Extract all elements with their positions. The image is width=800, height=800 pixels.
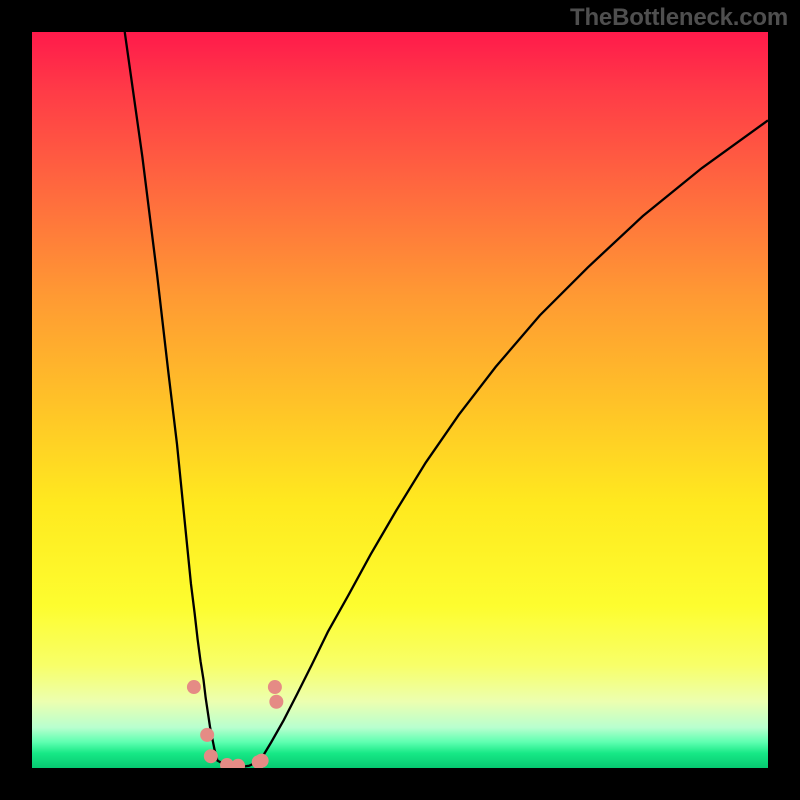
curve-marker — [200, 728, 214, 742]
plot-area — [32, 32, 768, 768]
curve-marker — [231, 759, 245, 768]
curve-marker — [204, 749, 218, 763]
branding-watermark: TheBottleneck.com — [570, 4, 788, 32]
curve-marker — [269, 695, 283, 709]
curve-marker — [268, 680, 282, 694]
bottleneck-curve — [125, 32, 768, 767]
curve-marker — [187, 680, 201, 694]
curve-layer — [32, 32, 768, 768]
chart-frame: TheBottleneck.com — [0, 0, 800, 800]
curve-marker — [255, 754, 269, 768]
